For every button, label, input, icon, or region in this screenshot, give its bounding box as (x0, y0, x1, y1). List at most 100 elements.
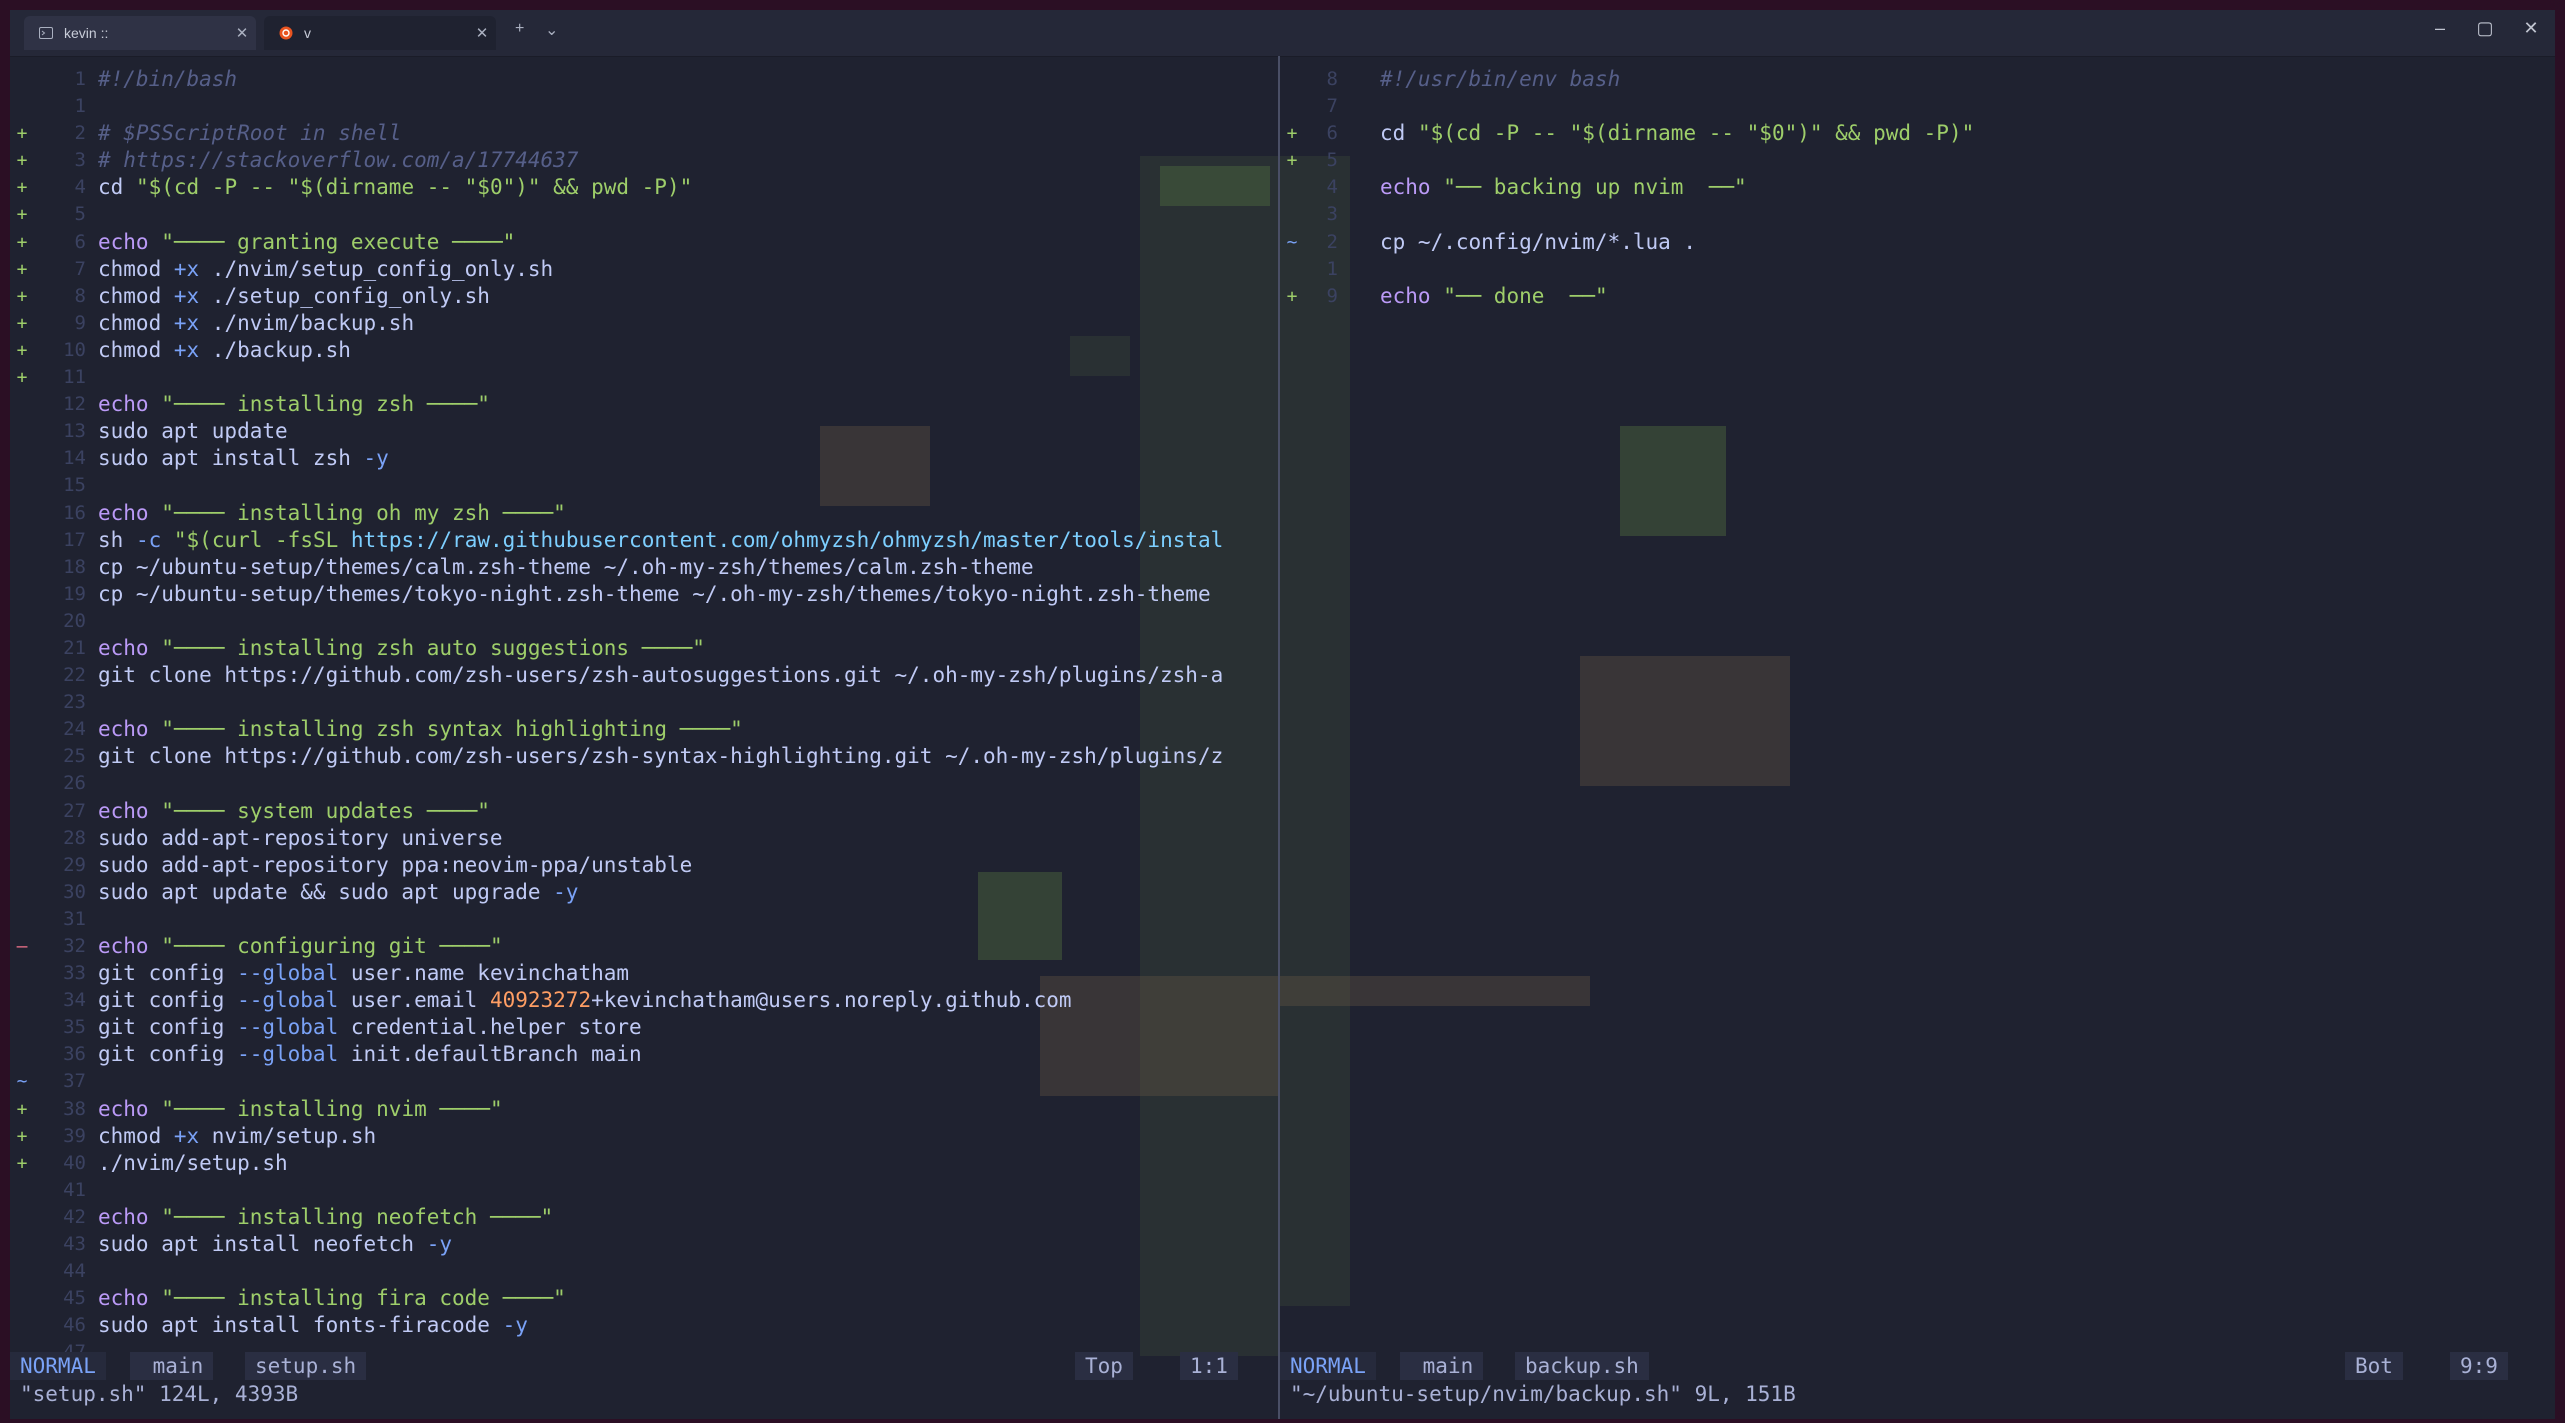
line-number: 12 (63, 393, 86, 416)
code-line[interactable]: 1 (10, 93, 1278, 120)
code-text: sudo apt update (98, 419, 288, 444)
line-number: 4 (1326, 176, 1338, 199)
code-line[interactable]: +38 echo "──── installing nvim ────" (10, 1096, 1278, 1123)
code-text: git config --global user.email 40923272+… (98, 988, 1072, 1013)
code-text: echo "──── granting execute ────" (98, 229, 516, 254)
command-line-message: "setup.sh" 124L, 4393B (20, 1382, 299, 1406)
line-number: 6 (1326, 122, 1338, 145)
code-line[interactable]: +6 cd "$(cd -P -- "$(dirname -- "$0")" &&… (1280, 120, 2555, 147)
editor-pane-right[interactable]: 8 #!/usr/bin/env bash 7 +6 cd "$(cd -P -- "$… (1280, 56, 2555, 1419)
code-text: echo "──── installing oh my zsh ────" (98, 500, 566, 525)
code-line[interactable]: +6 echo "──── granting execute ────" (10, 229, 1278, 256)
code-line[interactable]: 8 #!/usr/bin/env bash (1280, 66, 2555, 93)
code-line[interactable]: 1 #!/bin/bash (10, 66, 1278, 93)
code-buffer[interactable]: 8 #!/usr/bin/env bash 7 +6 cd "$(cd -P -- "$… (1280, 66, 2555, 310)
code-line[interactable]: 18 cp ~/ubuntu-setup/themes/calm.zsh-them… (10, 554, 1278, 581)
code-line[interactable]: 45 echo "──── installing fira code ────" (10, 1285, 1278, 1312)
code-text: echo "──── system updates ────" (98, 798, 490, 823)
code-line[interactable]: –32 echo "──── configuring git ────" (10, 933, 1278, 960)
code-line[interactable]: 34 git config --global user.email 4092327… (10, 987, 1278, 1014)
code-line[interactable]: +5 (10, 201, 1278, 228)
code-buffer[interactable]: 1 #!/bin/bash 1 +2 # $PSScriptRoot in shell +… (10, 66, 1278, 1367)
code-line[interactable]: +7 chmod +x ./nvim/setup_config_only.sh (10, 256, 1278, 283)
code-line[interactable]: 7 (1280, 93, 2555, 120)
code-line[interactable]: +9 chmod +x ./nvim/backup.sh (10, 310, 1278, 337)
line-number: 27 (63, 799, 86, 822)
code-text: echo "── backing up nvim ──" (1380, 175, 1747, 200)
code-line[interactable]: 28 sudo add-apt-repository universe (10, 825, 1278, 852)
code-line[interactable]: 3 (1280, 201, 2555, 228)
tab-v[interactable]: v ✕ (264, 16, 496, 50)
close-window-button[interactable]: ✕ (2516, 18, 2546, 39)
file-name: backup.sh (1515, 1352, 1649, 1380)
code-line[interactable]: +2 # $PSScriptRoot in shell (10, 120, 1278, 147)
line-number: 17 (63, 528, 86, 551)
line-number: 33 (63, 962, 86, 985)
maximize-button[interactable]: ▢ (2470, 18, 2500, 39)
line-number: 25 (63, 745, 86, 768)
code-line[interactable]: 26 (10, 770, 1278, 797)
close-tab-icon[interactable]: ✕ (468, 24, 496, 42)
code-line[interactable]: 43 sudo apt install neofetch -y (10, 1231, 1278, 1258)
code-text: sudo apt install fonts-firacode -y (98, 1313, 528, 1338)
line-number: 38 (63, 1097, 86, 1120)
line-number: 19 (63, 582, 86, 605)
code-line[interactable]: 24 echo "──── installing zsh syntax highl… (10, 716, 1278, 743)
code-line[interactable]: 30 sudo apt update && sudo apt upgrade -y (10, 879, 1278, 906)
code-line[interactable]: +10 chmod +x ./backup.sh (10, 337, 1278, 364)
wallpaper-bridge (1280, 976, 1590, 1006)
line-number: 8 (74, 284, 86, 307)
code-line[interactable]: 19 cp ~/ubuntu-setup/themes/tokyo-night.z… (10, 581, 1278, 608)
line-number: 29 (63, 853, 86, 876)
code-line[interactable]: +8 chmod +x ./setup_config_only.sh (10, 283, 1278, 310)
code-line[interactable]: 42 echo "──── installing neofetch ────" (10, 1204, 1278, 1231)
code-line[interactable]: 36 git config --global init.defaultBranch… (10, 1041, 1278, 1068)
line-number: 9 (1326, 284, 1338, 307)
code-line[interactable]: 35 git config --global credential.helper … (10, 1014, 1278, 1041)
mode-indicator: NORMAL (1280, 1352, 1376, 1380)
code-text: sudo add-apt-repository ppa:neovim-ppa/u… (98, 852, 693, 877)
tab-dropdown-button[interactable]: ⌄ (545, 20, 558, 40)
editor-pane-left[interactable]: 1 #!/bin/bash 1 +2 # $PSScriptRoot in shell +… (10, 56, 1278, 1419)
code-line[interactable]: 20 (10, 608, 1278, 635)
code-line[interactable]: +5 (1280, 147, 2555, 174)
code-line[interactable]: ~2 cp ~/.config/nvim/*.lua . (1280, 229, 2555, 256)
code-line[interactable]: 41 (10, 1177, 1278, 1204)
new-tab-button[interactable]: + (515, 20, 524, 38)
code-line[interactable]: 33 git config --global user.name kevincha… (10, 960, 1278, 987)
code-line[interactable]: +11 (10, 364, 1278, 391)
code-line[interactable]: 15 (10, 472, 1278, 499)
line-number: 13 (63, 420, 86, 443)
code-line[interactable]: 17 sh -c "$(curl -fsSL https://raw.github… (10, 527, 1278, 554)
code-line[interactable]: 29 sudo add-apt-repository ppa:neovim-ppa… (10, 852, 1278, 879)
code-line[interactable]: +39 chmod +x nvim/setup.sh (10, 1123, 1278, 1150)
code-line[interactable]: 1 (1280, 256, 2555, 283)
code-line[interactable]: ~37 (10, 1068, 1278, 1095)
code-text: git clone https://github.com/zsh-users/z… (98, 744, 1224, 769)
minimize-button[interactable]: – (2425, 18, 2455, 39)
code-text: echo "──── installing fira code ────" (98, 1286, 566, 1311)
code-line[interactable]: 12 echo "──── installing zsh ────" (10, 391, 1278, 418)
code-line[interactable]: 23 (10, 689, 1278, 716)
code-line[interactable]: 31 (10, 906, 1278, 933)
line-number: 36 (63, 1043, 86, 1066)
code-line[interactable]: +9 echo "── done ──" (1280, 283, 2555, 310)
code-line[interactable]: 25 git clone https://github.com/zsh-users… (10, 743, 1278, 770)
code-line[interactable]: 22 git clone https://github.com/zsh-users… (10, 662, 1278, 689)
statusline: NORMAL main setup.sh Top 1:1 (10, 1352, 1278, 1380)
code-line[interactable]: 27 echo "──── system updates ────" (10, 798, 1278, 825)
code-line[interactable]: +3 # https://stackoverflow.com/a/17744637 (10, 147, 1278, 174)
close-tab-icon[interactable]: ✕ (228, 24, 256, 42)
line-number: 20 (63, 609, 86, 632)
code-line[interactable]: +4 cd "$(cd -P -- "$(dirname -- "$0")" &&… (10, 174, 1278, 201)
code-line[interactable]: 14 sudo apt install zsh -y (10, 445, 1278, 472)
code-line[interactable]: 4 echo "── backing up nvim ──" (1280, 174, 2555, 201)
code-line[interactable]: 13 sudo apt update (10, 418, 1278, 445)
tab-kevin[interactable]: kevin :: ✕ (24, 16, 256, 50)
code-text: cp ~/ubuntu-setup/themes/calm.zsh-theme … (98, 554, 1034, 579)
code-line[interactable]: +40 ./nvim/setup.sh (10, 1150, 1278, 1177)
code-line[interactable]: 46 sudo apt install fonts-firacode -y (10, 1312, 1278, 1339)
code-line[interactable]: 44 (10, 1258, 1278, 1285)
code-line[interactable]: 16 echo "──── installing oh my zsh ────" (10, 500, 1278, 527)
code-line[interactable]: 21 echo "──── installing zsh auto suggest… (10, 635, 1278, 662)
